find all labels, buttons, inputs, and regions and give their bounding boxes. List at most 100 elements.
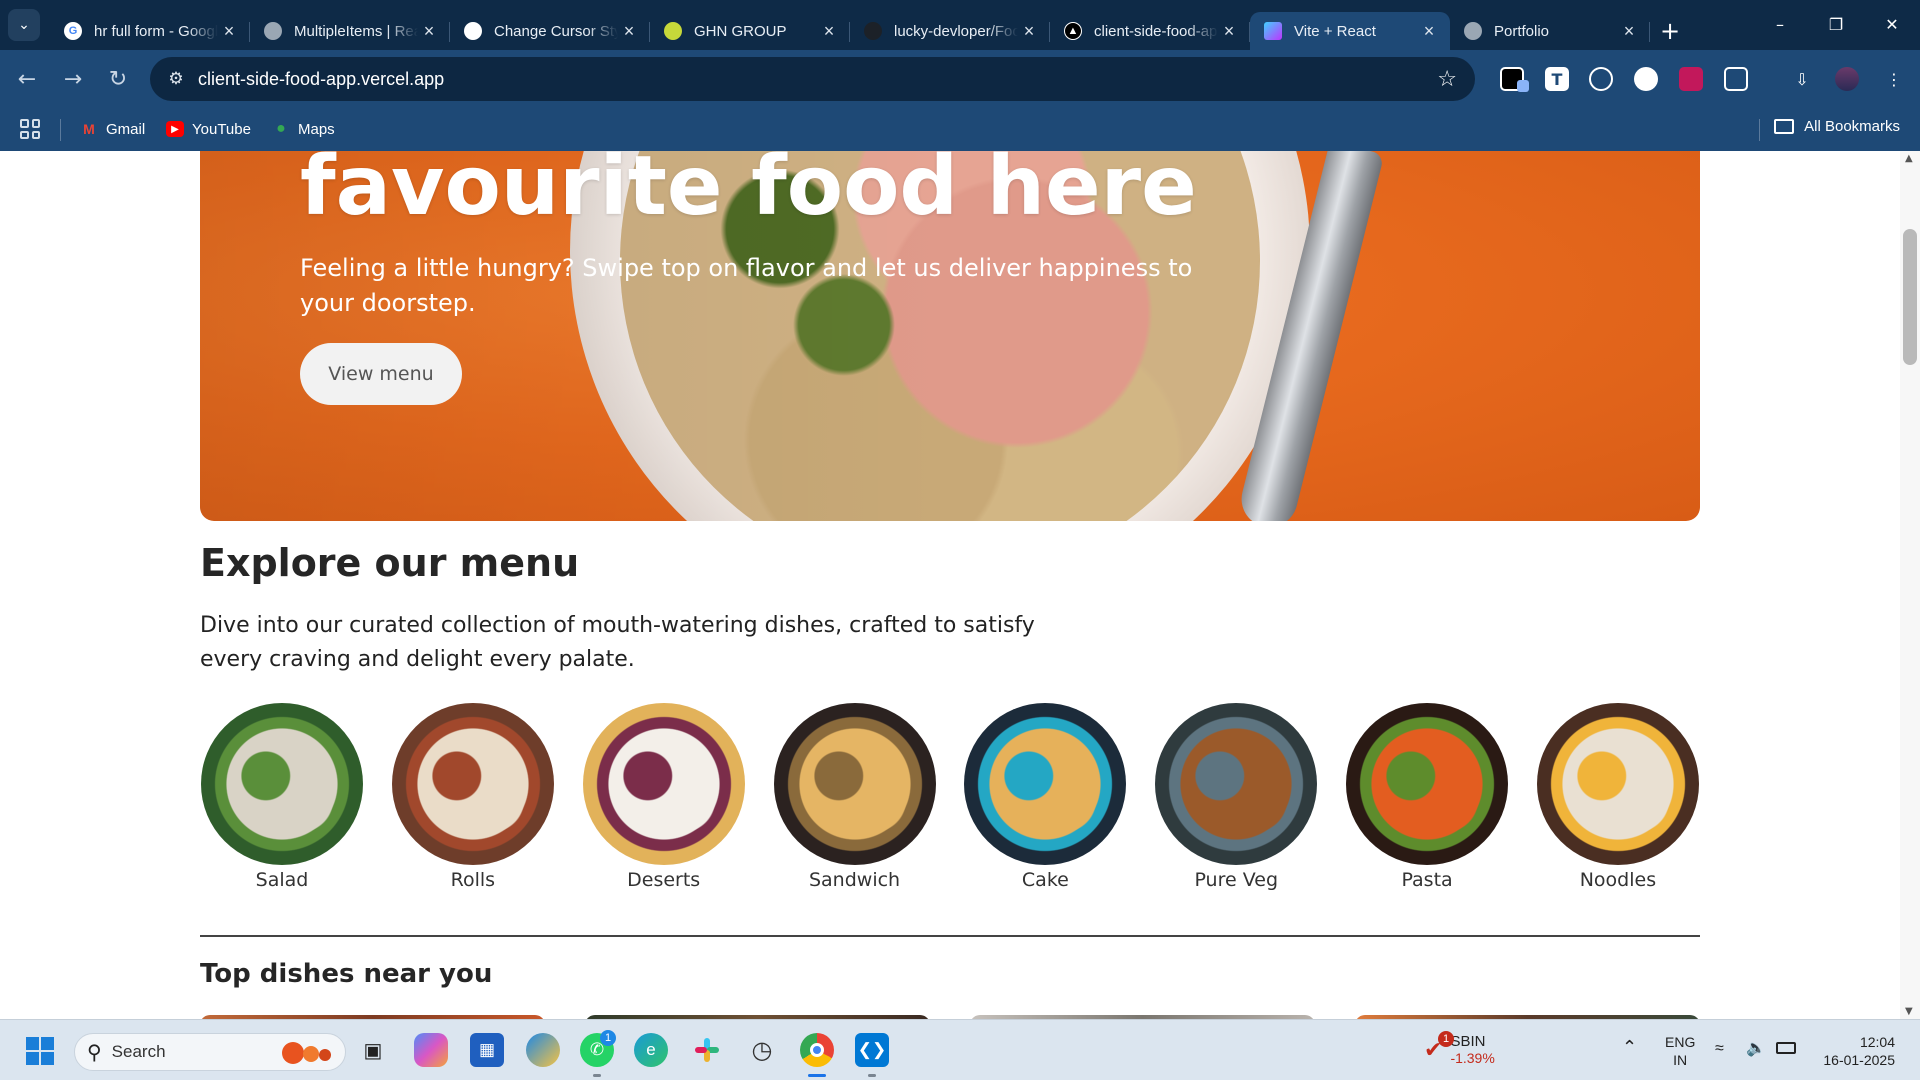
wifi-icon[interactable]: ≈: [1715, 1040, 1724, 1058]
forward-button[interactable]: →: [58, 64, 88, 94]
circle-extension-icon[interactable]: [1634, 67, 1658, 91]
windows-start-icon[interactable]: [26, 1037, 54, 1065]
screen-extension-icon[interactable]: [1679, 67, 1703, 91]
task-view-icon[interactable]: ▣: [356, 1033, 390, 1067]
volume-icon[interactable]: 🔈: [1746, 1040, 1766, 1058]
menu-category-item[interactable]: Pure Veg: [1154, 703, 1318, 891]
download-icon[interactable]: ⇩: [1790, 67, 1814, 91]
clock-app-icon[interactable]: ◷: [745, 1033, 779, 1067]
tab-search-button[interactable]: ⌄: [8, 9, 40, 41]
edge-icon[interactable]: e: [634, 1033, 668, 1067]
bookmarks-bar: M Gmail ▶ YouTube ● Maps All Bookmarks: [0, 107, 1920, 151]
close-tab-icon[interactable]: ×: [618, 21, 640, 42]
menu-category-image[interactable]: [201, 703, 363, 865]
site-info-icon[interactable]: ⚙: [154, 69, 198, 89]
bookmark-label: YouTube: [192, 120, 251, 138]
view-menu-button[interactable]: View menu: [300, 343, 462, 405]
menu-category-label: Salad: [255, 869, 309, 891]
all-bookmarks-button[interactable]: All Bookmarks: [1774, 118, 1900, 135]
menu-category-item[interactable]: Sandwich: [773, 703, 937, 891]
menu-category-item[interactable]: Salad: [200, 703, 364, 891]
reload-button[interactable]: ↻: [103, 64, 133, 94]
tab-title: hr full form - Google Search: [94, 22, 218, 40]
stock-symbol: SBIN: [1450, 1033, 1486, 1050]
browser-tab[interactable]: Vite + React ×: [1250, 12, 1450, 50]
menu-category-item[interactable]: Cake: [963, 703, 1127, 891]
tab-title: client-side-food-app: [1094, 22, 1218, 40]
maps-icon: ●: [276, 120, 286, 137]
minimize-button[interactable]: –: [1752, 0, 1808, 48]
bookmark-youtube[interactable]: ▶ YouTube: [166, 118, 251, 140]
close-tab-icon[interactable]: ×: [218, 21, 240, 42]
close-tab-icon[interactable]: ×: [818, 21, 840, 42]
weather-widget-icon[interactable]: [526, 1033, 560, 1067]
bookmark-star-icon[interactable]: ☆: [1437, 67, 1457, 92]
new-tab-button[interactable]: +: [1650, 12, 1690, 50]
vscode-icon[interactable]: ❮❯: [855, 1033, 889, 1067]
browser-toolbar: ← → ↻ ⚙ client-side-food-app.vercel.app …: [0, 50, 1920, 107]
chevron-up-icon[interactable]: ⌃: [1622, 1038, 1637, 1056]
address-url[interactable]: client-side-food-app.vercel.app: [198, 69, 444, 90]
browser-tab[interactable]: ▲ client-side-food-app ×: [1050, 12, 1250, 50]
taskbar-search[interactable]: ⚲ Search: [74, 1033, 346, 1071]
menu-category-image[interactable]: [582, 703, 745, 865]
restore-button[interactable]: ❐: [1808, 0, 1864, 48]
puzzle-icon[interactable]: [1724, 67, 1748, 91]
close-window-button[interactable]: ✕: [1864, 0, 1920, 48]
chrome-icon[interactable]: [800, 1033, 834, 1067]
bookmarks-divider: [1759, 119, 1760, 141]
close-tab-icon[interactable]: ×: [1018, 21, 1040, 42]
menu-category-item[interactable]: Noodles: [1536, 703, 1700, 891]
browser-tab[interactable]: Ghr full form - Google Search×: [50, 12, 250, 50]
back-button[interactable]: ←: [12, 64, 42, 94]
youtube-icon: ▶: [166, 121, 184, 137]
menu-category-item[interactable]: Deserts: [582, 703, 746, 891]
menu-category-image[interactable]: [1346, 703, 1509, 865]
close-tab-icon[interactable]: ×: [1618, 21, 1640, 42]
extension-badge-icon: [1517, 80, 1529, 92]
whatsapp-badge: 1: [600, 1030, 616, 1046]
bookmark-gmail[interactable]: M Gmail: [80, 118, 145, 140]
close-tab-icon[interactable]: ×: [1418, 21, 1440, 42]
page-scrollbar[interactable]: ▲ ▼: [1900, 151, 1920, 1019]
target-extension-icon[interactable]: [1589, 67, 1613, 91]
menu-category-list: Salad Rolls Deserts Sandwich Cake Pure Veg Pas…: [200, 703, 1700, 891]
menu-category-image[interactable]: [1536, 703, 1699, 865]
menu-category-image[interactable]: [1155, 703, 1318, 865]
microsoft-store-icon[interactable]: ▦: [470, 1033, 504, 1067]
browser-tab[interactable]: MultipleItems | React Slick×: [250, 12, 450, 50]
text-extension-icon[interactable]: T: [1545, 67, 1569, 91]
active-indicator: [808, 1074, 826, 1077]
copilot-icon[interactable]: [414, 1033, 448, 1067]
folder-icon: [1774, 119, 1795, 134]
close-tab-icon[interactable]: ×: [1218, 21, 1240, 42]
menu-category-label: Pasta: [1401, 869, 1453, 891]
language-indicator[interactable]: ENG IN: [1665, 1033, 1695, 1069]
chevron-down-icon: ⌄: [18, 17, 30, 33]
battery-icon[interactable]: [1776, 1042, 1796, 1054]
browser-tab[interactable]: GHN GROUP ×: [650, 12, 850, 50]
scroll-up-arrow-icon[interactable]: ▲: [1905, 153, 1913, 164]
system-clock[interactable]: 12:04 16-01-2025: [1823, 1033, 1895, 1069]
scrollbar-thumb[interactable]: [1903, 229, 1917, 365]
menu-category-image[interactable]: [964, 703, 1127, 865]
scroll-down-arrow-icon[interactable]: ▼: [1905, 1006, 1913, 1017]
explore-menu-title: Explore our menu: [200, 541, 580, 585]
github-icon: [864, 22, 882, 40]
close-tab-icon[interactable]: ×: [418, 21, 440, 42]
browser-tab[interactable]: Portfolio ×: [1450, 12, 1650, 50]
menu-category-item[interactable]: Pasta: [1345, 703, 1509, 891]
menu-category-image[interactable]: [773, 703, 936, 865]
browser-tab[interactable]: Change Cursor Style×: [450, 12, 650, 50]
menu-category-item[interactable]: Rolls: [391, 703, 555, 891]
browser-tab[interactable]: lucky-devloper/Food-App×: [850, 12, 1050, 50]
profile-avatar[interactable]: [1835, 67, 1859, 91]
bookmark-maps[interactable]: ● Maps: [272, 118, 335, 140]
hero-banner: favourite food here Feeling a little hun…: [200, 151, 1700, 521]
slack-icon[interactable]: [690, 1033, 724, 1067]
apps-grid-icon[interactable]: [20, 119, 40, 139]
address-bar[interactable]: ⚙ client-side-food-app.vercel.app ☆: [150, 57, 1475, 101]
menu-kebab-icon[interactable]: ⋮: [1882, 67, 1906, 91]
menu-category-image[interactable]: [391, 703, 554, 865]
stock-widget[interactable]: ✔ 1 SBIN -1.39%: [1424, 1031, 1495, 1066]
